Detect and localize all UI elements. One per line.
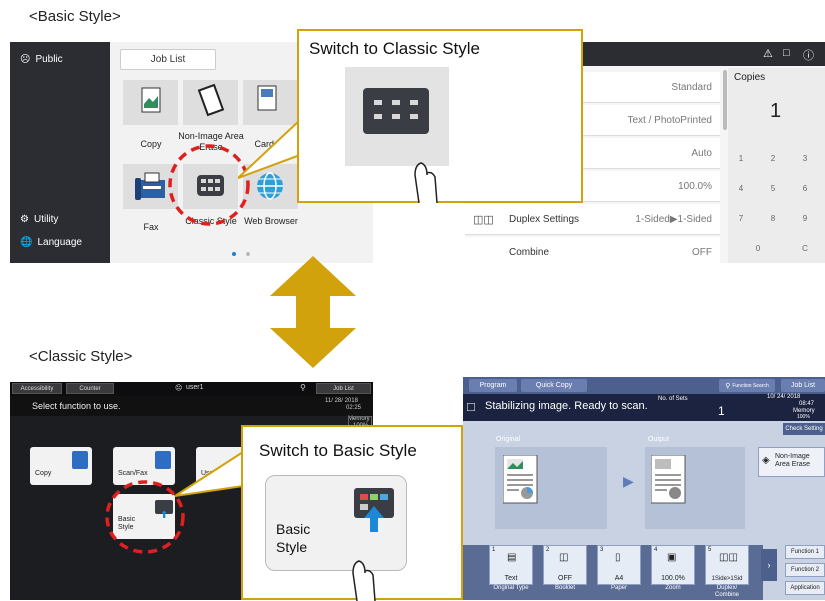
settings-row-combine[interactable]: Combine OFF <box>465 237 720 263</box>
function-duplex-combine[interactable]: 5 ◫◫ 1Side>1Sid <box>705 545 749 585</box>
function-paper[interactable]: 3 ▯ A4 <box>597 545 641 585</box>
classic-style-heading: <Classic Style> <box>29 348 133 365</box>
key-3[interactable]: 3 <box>795 148 815 168</box>
counter-button[interactable]: Counter <box>66 383 114 394</box>
sidebar: ☹ Public ⚙ Utility 🌐 Language <box>10 42 110 263</box>
copies-keypad: Copies 1 1 2 3 4 5 6 7 8 9 0 C <box>728 68 825 263</box>
search-icon: ⚲ <box>725 382 733 390</box>
non-image-area-erase-button[interactable]: ◈ Non-Image Area Erase <box>758 447 825 477</box>
key-9[interactable]: 9 <box>795 208 815 228</box>
user-icon: ☹ <box>20 54 31 65</box>
job-list-button[interactable]: Job List <box>316 383 371 394</box>
eraser-icon <box>197 83 225 117</box>
utility-button[interactable]: ⚙ Utility <box>20 214 58 225</box>
copy-icon <box>141 87 161 113</box>
switch-to-classic-callout: Switch to Classic Style <box>297 29 583 204</box>
job-list-button[interactable]: Job List <box>781 379 825 392</box>
scan-icon <box>155 451 171 469</box>
bell-icon[interactable]: ⚠ <box>763 47 773 60</box>
quick-copy-button[interactable]: Quick Copy <box>521 379 587 392</box>
public-user[interactable]: ☹ Public <box>20 54 63 65</box>
paper-icon: ▯ <box>615 552 621 563</box>
key-0[interactable]: 0 <box>748 238 768 258</box>
copy-icon <box>72 451 88 469</box>
callout-title: Switch to Basic Style <box>259 441 417 460</box>
accessibility-button[interactable]: Accessibility <box>12 383 62 394</box>
info-icon[interactable]: ⓘ <box>803 47 814 63</box>
original-document-icon <box>503 455 538 504</box>
key-clear[interactable]: C <box>795 238 815 258</box>
key-2[interactable]: 2 <box>763 148 783 168</box>
globe-icon: 🌐 <box>20 237 33 248</box>
classic-copy-screen: Program Quick Copy ⚲ Function Search Job… <box>463 377 825 600</box>
arrow-right-icon: ▶ <box>623 473 634 489</box>
switch-arrow <box>270 256 356 368</box>
copy-tile[interactable]: Copy <box>30 447 92 485</box>
output-document-icon <box>651 455 686 504</box>
program-button[interactable]: Program <box>469 379 517 392</box>
duplex-icon: ◫◫ <box>473 214 494 226</box>
scrollbar[interactable] <box>723 70 727 130</box>
callout-title: Switch to Classic Style <box>309 39 480 58</box>
status-area: □ Stabilizing image. Ready to scan. No. … <box>463 394 825 421</box>
job-list-button[interactable]: Job List <box>120 49 216 70</box>
function-booklet[interactable]: 2 ◫ OFF <box>543 545 587 585</box>
finger-tap-icon <box>352 560 376 601</box>
booklet-icon: ◫ <box>559 552 569 563</box>
classic-message-bar: Select function to use. 11/ 28/ 2018 02:… <box>10 396 373 416</box>
chevron-right-icon[interactable]: › <box>761 549 777 581</box>
language-button[interactable]: 🌐 Language <box>20 237 82 248</box>
eraser-icon: ◈ <box>762 455 770 466</box>
search-icon[interactable]: ⚲ <box>300 383 306 392</box>
user-icon: ☹ <box>175 385 183 392</box>
switch-to-basic-callout: Switch to Basic Style Basic Style <box>241 425 463 601</box>
gear-icon: ⚙ <box>20 214 29 225</box>
original-preview <box>495 447 607 529</box>
application-tab[interactable]: Application <box>785 581 825 595</box>
key-8[interactable]: 8 <box>763 208 783 228</box>
key-7[interactable]: 7 <box>731 208 751 228</box>
copy-tile[interactable] <box>123 80 178 125</box>
key-4[interactable]: 4 <box>731 178 751 198</box>
classic-topbar: Accessibility Counter ☹ user1 ⚲ Job List <box>10 382 373 396</box>
basic-style-heading: <Basic Style> <box>29 8 121 25</box>
document-icon: □ <box>467 399 475 414</box>
settings-row-duplex[interactable]: ◫◫ Duplex Settings 1-Sided▶1-Sided <box>465 204 720 235</box>
function-1-tab[interactable]: Function 1 <box>785 545 825 559</box>
key-5[interactable]: 5 <box>763 178 783 198</box>
duplex-icon: ◫◫ <box>719 552 738 563</box>
classic-style-icon <box>363 88 429 134</box>
copies-value: 1 <box>770 100 782 122</box>
function-2-tab[interactable]: Function 2 <box>785 563 825 577</box>
check-settings-button[interactable]: Check Setting <box>783 423 825 435</box>
basic-style-button-zoom[interactable]: Basic Style <box>265 475 407 571</box>
output-preview <box>645 447 745 529</box>
non-image-area-erase-tile[interactable] <box>183 80 238 125</box>
function-zoom[interactable]: 4 ▣ 100.0% <box>651 545 695 585</box>
function-search-button[interactable]: ⚲ Function Search <box>719 379 775 392</box>
document-icon: ▤ <box>507 552 517 563</box>
zoom-icon: ▣ <box>667 552 677 563</box>
basic-style-icon <box>354 488 394 532</box>
key-6[interactable]: 6 <box>795 178 815 198</box>
function-original-type[interactable]: 1 ▤ Text <box>489 545 533 585</box>
device-icon[interactable]: □ <box>783 47 790 59</box>
key-1[interactable]: 1 <box>731 148 751 168</box>
classic-copy-topbar: Program Quick Copy ⚲ Function Search Job… <box>463 377 825 394</box>
finger-tap-icon <box>414 162 438 204</box>
